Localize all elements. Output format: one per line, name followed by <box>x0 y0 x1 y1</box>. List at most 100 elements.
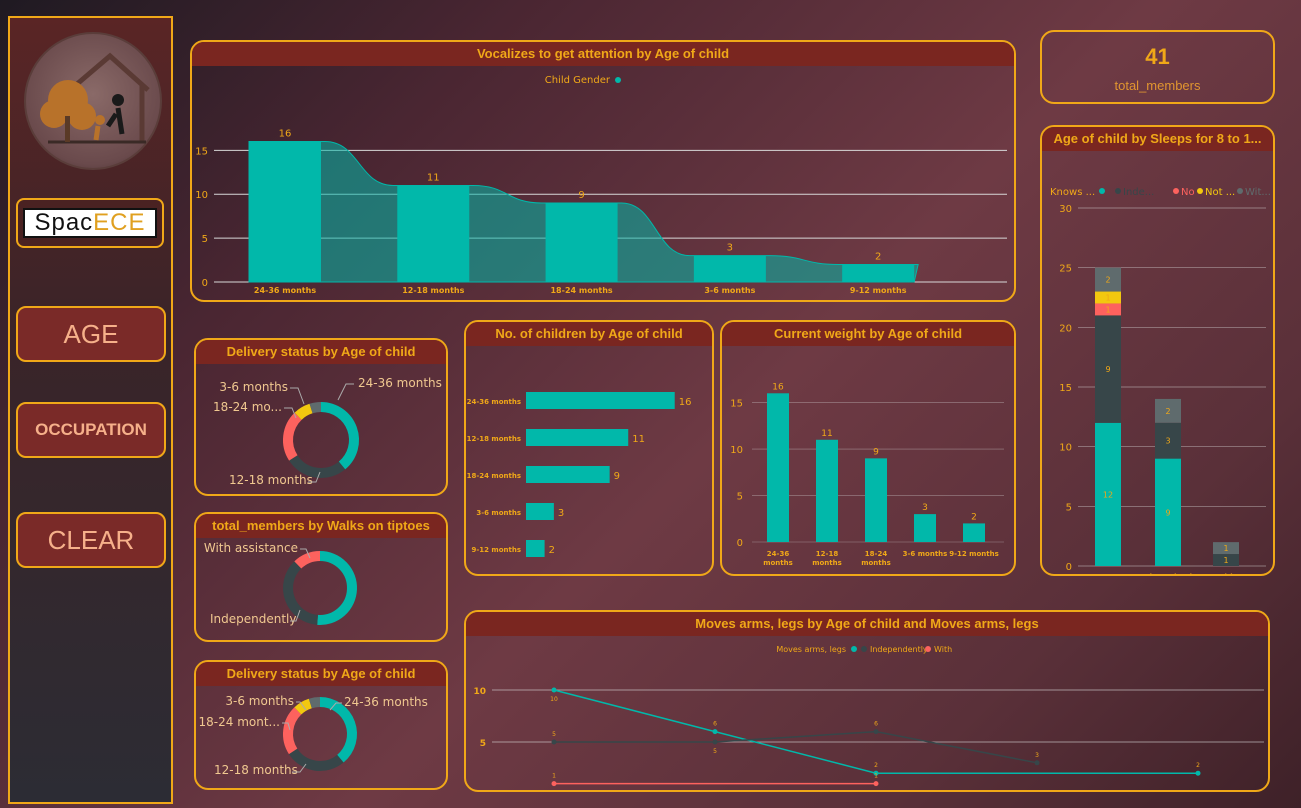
house-tree-logo-icon <box>40 52 150 144</box>
sleeps-chart: Knows ... Inde... No Not ... Wit... 0 5 10 15 20 2… <box>1050 187 1271 574</box>
moves-legend-label: With <box>934 645 952 654</box>
moves-point <box>551 739 557 745</box>
moves-arms-legs-chart-panel: Moves arms, legs by Age of child and Mov… <box>464 610 1270 792</box>
kpi-label: total_members <box>1114 78 1201 93</box>
weight-data-label: 16 <box>772 382 784 392</box>
sleeps-segment-label: 1 <box>1223 556 1228 565</box>
moves-ytick-label: 10 <box>473 687 486 697</box>
vocalizes-xtick-label: 18-24 months <box>550 286 612 295</box>
vocalizes-bar <box>397 185 470 282</box>
vocalizes-xtick-label: 24-36 months <box>254 286 316 295</box>
moves-point <box>1034 760 1040 766</box>
moves-data-label: 2 <box>1196 762 1200 769</box>
weight-chart: 0510151624-36months1112-18months918-24mo… <box>730 382 1004 567</box>
weight-data-label: 9 <box>873 447 879 457</box>
weight-xtick-label: 12-18 <box>816 550 839 558</box>
children-count-data-label: 3 <box>558 508 564 519</box>
donut-slice <box>320 402 359 470</box>
moves-data-label: 1 <box>552 773 556 780</box>
sleeps-segment-label: 3 <box>1165 437 1170 446</box>
weight-xtick-label: 18-24 <box>865 550 888 558</box>
vocalizes-xtick-label: 3-6 months <box>704 286 755 295</box>
vocalizes-bar <box>842 264 915 282</box>
sidebar: SpacECE AGE OCCUPATION CLEAR <box>8 16 173 804</box>
weight-bar <box>767 393 789 542</box>
moves-point <box>551 781 557 787</box>
weight-data-label: 2 <box>971 512 977 522</box>
moves-data-label: 2 <box>874 762 878 769</box>
children-count-data-label: 16 <box>679 397 692 408</box>
children-count-data-label: 9 <box>614 471 620 482</box>
vocalizes-chart-title: Vocalizes to get attention by Age of chi… <box>192 42 1014 66</box>
brand-text-part1: Spac <box>34 209 94 236</box>
vocalizes-chart: Child Gender 0 5 10 15 16 24-36 months 11 12-18 … <box>195 75 1007 295</box>
moves-point <box>1195 770 1201 776</box>
delivery-status-donut-panel-1: Delivery status by Age of child 24-36 mo… <box>194 338 448 496</box>
sleeps-legend-label: Wit... <box>1245 187 1271 198</box>
sleeps-xtick-label: Independently <box>1139 573 1197 574</box>
vocalizes-xtick-label: 12-18 months <box>402 286 464 295</box>
children-count-chart-panel: No. of children by Age of child 24-36 mo… <box>464 320 714 576</box>
vocalizes-bar <box>249 141 321 282</box>
children-count-ytick-label: 9-12 months <box>471 546 521 554</box>
sleeps-ytick-label: 5 <box>1066 502 1072 513</box>
moves-legend-marker <box>925 646 931 652</box>
weight-xtick-label: 3-6 months <box>903 550 948 558</box>
sleeps-legend-title: Knows ... <box>1050 187 1095 198</box>
donut-label: With assistance <box>204 541 298 555</box>
children-count-bar <box>526 392 675 409</box>
weight-bar <box>816 439 838 542</box>
sleeps-segment-label: 2 <box>1165 407 1170 416</box>
sleeps-chart-title: Age of child by Sleeps for 8 to 1... <box>1042 127 1273 151</box>
vocalizes-data-label: 9 <box>578 190 584 201</box>
weight-xtick-label: months <box>763 559 793 567</box>
children-count-ytick-label: 3-6 months <box>476 509 521 517</box>
donut-label: 18-24 mo... <box>213 400 282 414</box>
sleeps-ytick-label: 15 <box>1059 383 1072 394</box>
donut-label: 18-24 mont... <box>199 715 280 729</box>
donut-label: 24-36 months <box>358 376 442 390</box>
delivery-status-donut-2: 24-36 months 12-18 months 18-24 mont... 3-6… <box>199 694 428 777</box>
donut-slice <box>308 697 321 709</box>
moves-data-label: 5 <box>552 731 556 738</box>
sleeps-legend-marker <box>1237 188 1243 194</box>
vocalizes-data-label: 11 <box>427 172 440 183</box>
delivery-status-donut-panel-2: Delivery status by Age of child 24-36 mo… <box>194 660 448 790</box>
weight-bar <box>963 523 985 542</box>
moves-legend-marker <box>851 646 857 652</box>
sleeps-segment-label: 1 <box>1223 544 1228 553</box>
weight-ytick-label: 0 <box>737 538 743 549</box>
walks-tiptoes-donut: With assistance Independently <box>204 541 357 626</box>
weight-chart-panel: Current weight by Age of child 0 5 10 15 16 2… <box>720 320 1016 576</box>
weight-ytick-label: 15 <box>730 399 743 410</box>
moves-legend-marker <box>861 646 867 652</box>
children-count-bar <box>526 466 610 483</box>
moves-point <box>712 739 718 745</box>
vocalizes-ytick-label: 15 <box>195 146 208 157</box>
donut-slice <box>319 697 357 763</box>
sleeps-segment-label: 1 <box>1105 305 1110 314</box>
vocalizes-legend-marker <box>615 77 621 83</box>
delivery-status-donut-title-1: Delivery status by Age of child <box>196 340 446 364</box>
clear-button[interactable]: CLEAR <box>16 512 166 568</box>
moves-data-label: 6 <box>874 721 878 728</box>
children-count-chart-title: No. of children by Age of child <box>466 322 712 346</box>
moves-data-label: 6 <box>713 721 717 728</box>
children-count-bar <box>526 503 554 520</box>
moves-data-label: 1 <box>874 773 878 780</box>
occupation-button[interactable]: OCCUPATION <box>16 402 166 458</box>
donut-label: 12-18 months <box>229 473 313 487</box>
walks-tiptoes-donut-title: total_members by Walks on tiptoes <box>196 514 446 538</box>
moves-point <box>873 781 879 787</box>
donut-leader-line <box>337 383 354 401</box>
children-count-bar <box>526 540 545 557</box>
moves-point <box>712 729 718 735</box>
sleeps-legend-marker <box>1115 188 1121 194</box>
moves-legend-title: Moves arms, legs <box>776 645 846 654</box>
moves-data-label: 5 <box>713 748 717 755</box>
brand-logo: SpacECE <box>23 208 157 238</box>
moves-data-label: 10 <box>550 696 558 703</box>
brand-logo-box: SpacECE <box>16 198 164 248</box>
age-button[interactable]: AGE <box>16 306 166 362</box>
donut-label: 24-36 months <box>344 695 428 709</box>
